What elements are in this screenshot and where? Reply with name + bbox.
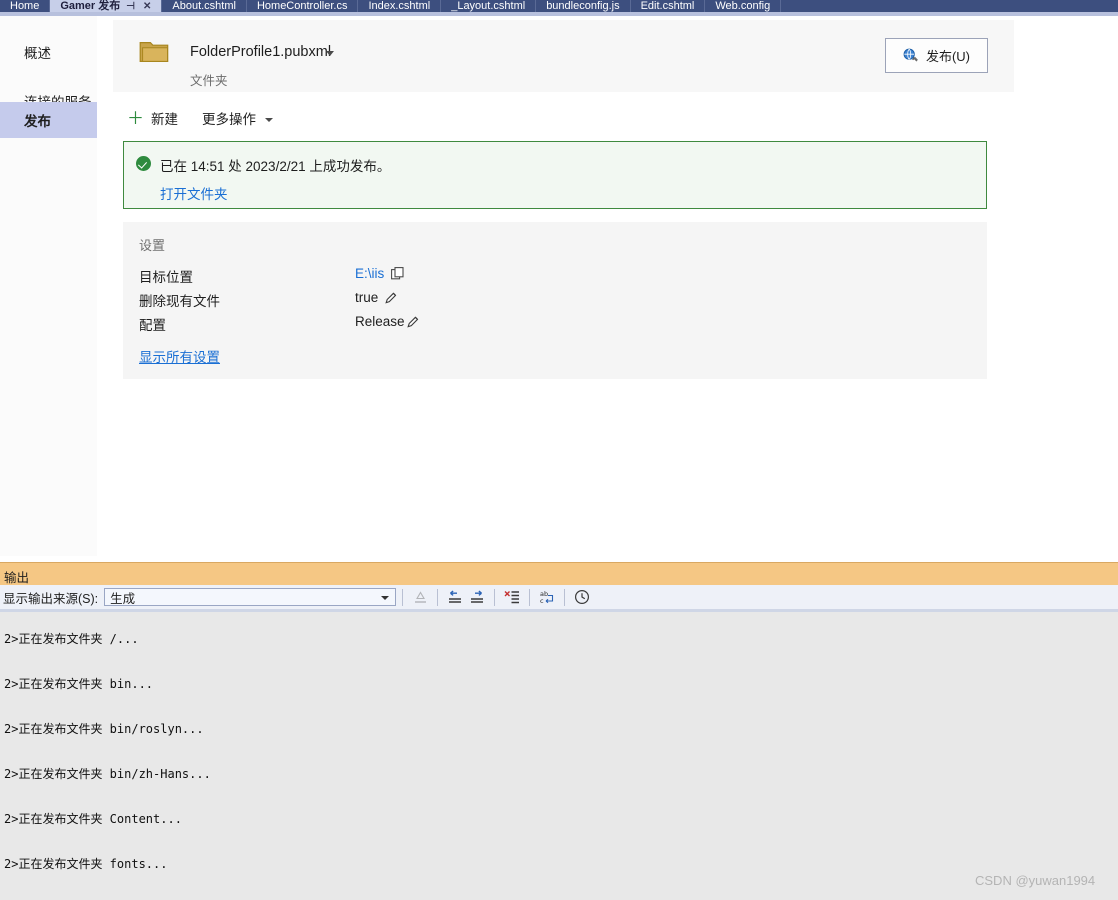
output-log: 2>正在发布文件夹 /... 2>正在发布文件夹 bin... 2>正在发布文件… bbox=[4, 609, 391, 900]
plus-icon: ＋ bbox=[127, 108, 144, 128]
setting-value: Release bbox=[355, 314, 405, 329]
pin-icon[interactable]: ⊣ bbox=[126, 1, 135, 12]
navigate-forward-icon[interactable] bbox=[466, 587, 488, 607]
copy-icon[interactable] bbox=[391, 267, 404, 280]
pencil-icon[interactable] bbox=[385, 291, 398, 304]
tab-label: _Layout.cshtml bbox=[451, 0, 526, 12]
success-check-icon bbox=[136, 156, 151, 171]
tab-label: Home bbox=[10, 0, 40, 12]
sidebar-item-publish[interactable]: 发布 bbox=[0, 102, 97, 138]
output-pane-toolbar: 显示输出来源(S): 生成 ab c bbox=[0, 585, 1118, 610]
tab-label: Edit.cshtml bbox=[640, 0, 695, 12]
publish-settings-panel: 设置 目标位置 E:\iis 删除现有文件 true 配置 Release 显示… bbox=[123, 222, 987, 379]
setting-value: true bbox=[355, 290, 379, 305]
show-all-settings-link[interactable]: 显示所有设置 bbox=[139, 346, 220, 366]
tab-label: Gamer 发布 bbox=[60, 0, 121, 12]
clear-all-icon[interactable] bbox=[501, 587, 523, 607]
tab-homecontroller-cs[interactable]: HomeController.cs bbox=[246, 0, 359, 12]
log-line: 2>正在发布文件夹 bin/roslyn... bbox=[4, 722, 204, 736]
publish-command-bar: ＋ 新建 更多操作 bbox=[113, 98, 1014, 138]
open-folder-link[interactable]: 打开文件夹 bbox=[160, 183, 228, 203]
clear-pane-icon[interactable] bbox=[409, 587, 431, 607]
output-source-label: 显示输出来源(S): bbox=[3, 591, 99, 606]
tab-label: About.cshtml bbox=[172, 0, 236, 12]
tab-about-cshtml[interactable]: About.cshtml bbox=[162, 0, 247, 12]
log-line: 2>正在发布文件夹 bin... bbox=[4, 677, 154, 691]
setting-label: 删除现有文件 bbox=[139, 294, 220, 309]
navigate-backward-icon[interactable] bbox=[444, 587, 466, 607]
setting-label: 配置 bbox=[139, 318, 166, 333]
new-profile-button[interactable]: ＋ 新建 bbox=[127, 108, 178, 128]
csdn-watermark: CSDN @yuwan1994 bbox=[975, 873, 1096, 888]
toolbar-separator bbox=[494, 588, 496, 606]
publish-button-label: 发布(U) bbox=[925, 49, 971, 64]
output-pane-title: 输出 bbox=[4, 571, 30, 585]
tab-index-cshtml[interactable]: Index.cshtml bbox=[358, 0, 442, 12]
log-line: 2>正在发布文件夹 /... bbox=[4, 632, 139, 646]
toolbar-separator bbox=[437, 588, 439, 606]
setting-row-configuration: 配置 Release bbox=[139, 314, 969, 338]
tab-label: bundleconfig.js bbox=[546, 0, 620, 12]
pencil-icon[interactable] bbox=[407, 315, 420, 328]
setting-label: 目标位置 bbox=[139, 270, 193, 285]
chevron-down-icon[interactable] bbox=[326, 51, 334, 56]
visual-studio-publish-window: Home Gamer 发布 ⊣ ✕ About.cshtml HomeContr… bbox=[0, 0, 1118, 900]
settings-title: 设置 bbox=[139, 238, 166, 253]
profile-subtitle: 文件夹 bbox=[190, 74, 228, 88]
toolbar-separator bbox=[402, 588, 404, 606]
tab-label: Index.cshtml bbox=[368, 0, 431, 12]
history-icon[interactable] bbox=[571, 587, 593, 607]
sidebar-item-label: 概述 bbox=[24, 46, 51, 61]
toolbar-separator bbox=[564, 588, 566, 606]
more-actions-button[interactable]: 更多操作 bbox=[202, 108, 273, 128]
profile-name: FolderProfile1.pubxml bbox=[190, 44, 332, 60]
setting-row-delete-existing-files: 删除现有文件 true bbox=[139, 290, 969, 314]
editor-tab-strip: Home Gamer 发布 ⊣ ✕ About.cshtml HomeContr… bbox=[0, 0, 1118, 12]
output-source-value: 生成 bbox=[110, 591, 136, 606]
tab-edit-cshtml[interactable]: Edit.cshtml bbox=[630, 0, 706, 12]
tab-label: HomeController.cs bbox=[256, 0, 348, 12]
close-icon[interactable]: ✕ bbox=[143, 1, 151, 12]
publish-profile-card: FolderProfile1.pubxml 文件夹 发布(U) bbox=[113, 20, 1014, 92]
tab-gamer-publish[interactable]: Gamer 发布 ⊣ ✕ bbox=[50, 0, 163, 12]
setting-value[interactable]: E:\iis bbox=[355, 266, 384, 281]
tab-home[interactable]: Home bbox=[0, 0, 51, 12]
log-line: 2>正在发布文件夹 bin/zh-Hans... bbox=[4, 767, 211, 781]
banner-message: 已在 14:51 处 2023/2/21 上成功发布。 bbox=[160, 159, 391, 174]
tab-label: Web.config bbox=[715, 0, 771, 12]
publish-success-banner: 已在 14:51 处 2023/2/21 上成功发布。 打开文件夹 bbox=[123, 141, 987, 209]
sidebar-item-overview[interactable]: 概述 bbox=[0, 34, 97, 70]
publish-sidebar: 概述 连接的服务 发布 bbox=[0, 16, 98, 556]
new-profile-label: 新建 bbox=[151, 112, 178, 127]
tab-bundleconfig-js[interactable]: bundleconfig.js bbox=[536, 0, 631, 12]
sidebar-item-label: 发布 bbox=[24, 114, 51, 129]
chevron-down-icon bbox=[265, 117, 273, 122]
publish-globe-icon bbox=[903, 48, 918, 62]
output-source-select[interactable]: 生成 bbox=[104, 588, 397, 606]
log-line: 2>正在发布文件夹 fonts... bbox=[4, 857, 168, 871]
more-actions-label: 更多操作 bbox=[202, 112, 256, 127]
output-pane-body[interactable]: 2>正在发布文件夹 /... 2>正在发布文件夹 bin... 2>正在发布文件… bbox=[0, 609, 1118, 900]
folder-icon bbox=[139, 42, 169, 62]
word-wrap-icon[interactable]: ab c bbox=[536, 587, 558, 607]
publish-button[interactable]: 发布(U) bbox=[885, 38, 988, 73]
tab-layout-cshtml[interactable]: _Layout.cshtml bbox=[441, 0, 537, 12]
setting-row-target-location: 目标位置 E:\iis bbox=[139, 266, 969, 290]
log-line: 2>正在发布文件夹 Content... bbox=[4, 812, 182, 826]
toolbar-separator bbox=[529, 588, 531, 606]
output-pane-header: 输出 bbox=[0, 562, 1118, 586]
chevron-down-icon bbox=[381, 596, 390, 600]
tab-web-config[interactable]: Web.config bbox=[705, 0, 782, 12]
svg-text:c: c bbox=[540, 597, 544, 605]
